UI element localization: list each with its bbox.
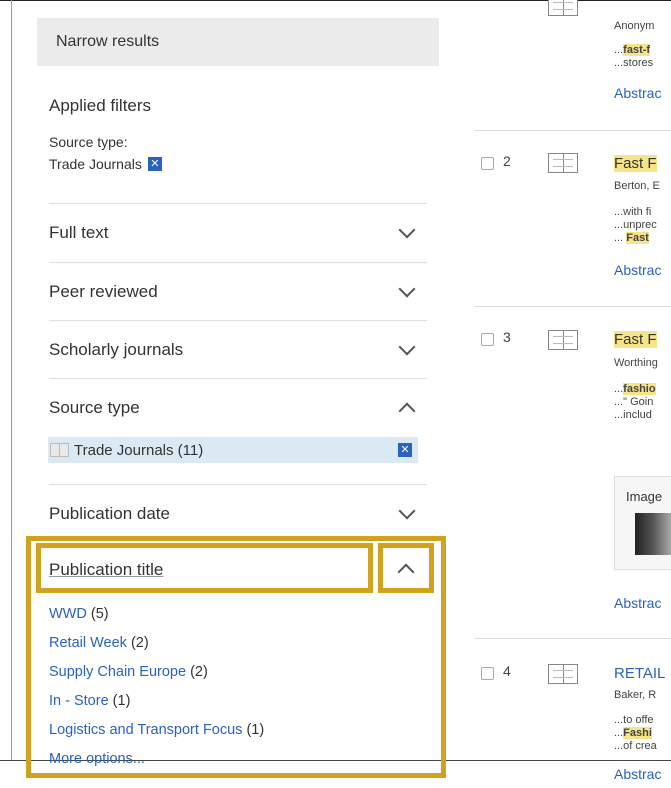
publication-option-link[interactable]: Supply Chain Europe xyxy=(49,664,186,680)
chevron-up-icon xyxy=(398,402,416,419)
result-4-snippet-1: ...to offe xyxy=(614,714,654,726)
snippet-text: ... xyxy=(614,727,624,739)
book-icon xyxy=(548,664,578,684)
facet-source-type[interactable]: Source type xyxy=(49,378,427,436)
publication-title-toggle[interactable] xyxy=(397,563,415,581)
result-2-snippet-2: ...unprec xyxy=(614,219,657,231)
publication-option-count: (1) xyxy=(112,693,131,709)
facet-scholarly-journals[interactable]: Scholarly journals xyxy=(49,320,427,378)
result-3-thumbnail[interactable] xyxy=(635,513,671,555)
publication-option[interactable]: In - Store (1) xyxy=(49,687,264,716)
publication-option-link[interactable]: In - Store xyxy=(49,693,109,709)
narrow-results-panel: Narrow results Applied filters Source ty… xyxy=(37,18,439,172)
result-3-abstract-link[interactable]: Abstrac xyxy=(614,595,661,611)
result-divider xyxy=(475,306,671,307)
more-options[interactable]: More options... xyxy=(49,745,264,774)
result-4-checkbox[interactable] xyxy=(481,667,494,680)
snippet-text: ... xyxy=(614,383,624,395)
result-1-snippet-2: ...stores xyxy=(614,57,654,69)
image-label: Image xyxy=(626,489,663,504)
publication-option-link[interactable]: WWD xyxy=(49,606,87,622)
publication-title-options: WWD (5) Retail Week (2) Supply Chain Eur… xyxy=(49,600,264,774)
keyword-highlight: Fashi xyxy=(623,727,652,739)
snippet-text: ... xyxy=(614,232,627,244)
book-icon xyxy=(548,0,578,16)
facet-label: Peer reviewed xyxy=(49,281,158,301)
applied-filters-section: Applied filters Source type: Trade Journ… xyxy=(37,96,439,172)
result-1-author: Anonym xyxy=(614,20,655,32)
remove-source-type-icon[interactable]: ✕ xyxy=(398,443,412,457)
result-1-abstract-link[interactable]: Abstrac xyxy=(614,85,661,101)
source-type-option-selected[interactable]: Trade Journals (11) ✕ xyxy=(48,437,418,463)
facet-publication-date[interactable]: Publication date xyxy=(49,484,427,542)
snippet-text: ... xyxy=(614,44,624,56)
publication-option-count: (2) xyxy=(130,635,149,651)
keyword-highlight: Fast xyxy=(626,232,649,244)
facet-label: Publication date xyxy=(49,503,170,523)
applied-filter-value: Trade Journals xyxy=(49,156,142,172)
facet-peer-reviewed[interactable]: Peer reviewed xyxy=(49,262,427,320)
publication-title-label[interactable]: Publication title xyxy=(49,560,163,580)
frame-left-border xyxy=(11,0,12,760)
facet-label: Scholarly journals xyxy=(49,339,184,359)
result-1-snippet: ...fast-f xyxy=(614,44,651,57)
book-icon xyxy=(548,330,578,350)
result-4-snippet-2: ...Fashi xyxy=(614,727,652,740)
publication-option-count: (1) xyxy=(246,722,265,738)
remove-filter-icon[interactable]: ✕ xyxy=(147,157,162,171)
result-3-snippet-3: ...includ xyxy=(614,409,652,421)
publication-option[interactable]: Supply Chain Europe (2) xyxy=(49,658,264,687)
result-3-snippet-2: ..." Goin xyxy=(614,396,654,408)
result-3-title[interactable]: Fast F xyxy=(614,331,657,348)
chevron-down-icon xyxy=(398,221,416,238)
source-type-option-content: Trade Journals (11) xyxy=(48,442,203,459)
result-4-author: Baker, R xyxy=(614,689,657,701)
chevron-down-icon xyxy=(398,338,416,355)
publication-option-link[interactable]: Logistics and Transport Focus xyxy=(49,722,242,738)
publication-option-count: (2) xyxy=(190,664,208,680)
publication-option-link[interactable]: Retail Week xyxy=(49,635,127,651)
result-4-snippet-3: ...of crea xyxy=(614,740,657,752)
result-3-snippet-1: ...fashio xyxy=(614,383,656,396)
applied-filters-title: Applied filters xyxy=(49,96,152,115)
result-2-title[interactable]: Fast F xyxy=(614,155,657,172)
result-2-abstract-link[interactable]: Abstrac xyxy=(614,262,661,278)
narrow-results-header: Narrow results xyxy=(37,18,439,66)
chevron-down-icon xyxy=(398,280,416,297)
more-options-link[interactable]: More options... xyxy=(49,751,145,767)
result-4-abstract-link[interactable]: Abstrac xyxy=(614,766,661,782)
title-text: Fast F xyxy=(614,331,657,348)
chevron-up-icon xyxy=(397,563,415,581)
facet-label: Source type xyxy=(49,397,140,417)
book-icon xyxy=(548,153,578,173)
publication-option[interactable]: Retail Week (2) xyxy=(49,629,264,658)
result-2-number: 2 xyxy=(503,153,511,169)
chevron-down-icon xyxy=(398,502,416,519)
result-3-author: Worthing xyxy=(614,357,658,369)
keyword-highlight: fashio xyxy=(623,383,656,395)
result-2-snippet-1: ...with fi xyxy=(614,206,652,218)
result-2-snippet-3: ... Fast xyxy=(614,232,649,245)
result-2-author: Berton, E xyxy=(614,180,660,192)
publication-option-count: (5) xyxy=(90,606,109,622)
result-divider xyxy=(475,130,671,131)
result-4-title[interactable]: RETAIL xyxy=(614,665,665,682)
title-text: Fast F xyxy=(614,155,657,172)
source-type-option-label: Trade Journals (11) xyxy=(74,441,204,459)
applied-filter-chip: Trade Journals ✕ xyxy=(49,156,427,172)
result-3-image-panel: Image xyxy=(614,476,671,570)
result-3-checkbox[interactable] xyxy=(481,333,494,346)
result-3-number: 3 xyxy=(503,329,511,345)
result-divider xyxy=(475,638,671,639)
applied-filter-label: Source type: xyxy=(49,134,128,150)
book-icon xyxy=(50,443,69,457)
publication-option[interactable]: WWD (5) xyxy=(49,600,264,629)
publication-option[interactable]: Logistics and Transport Focus (1) xyxy=(49,716,264,745)
keyword-highlight: fast-f xyxy=(623,44,651,56)
facet-label: Full text xyxy=(49,222,109,242)
result-4-number: 4 xyxy=(503,663,511,679)
facet-full-text[interactable]: Full text xyxy=(49,203,427,261)
result-2-checkbox[interactable] xyxy=(481,157,494,170)
